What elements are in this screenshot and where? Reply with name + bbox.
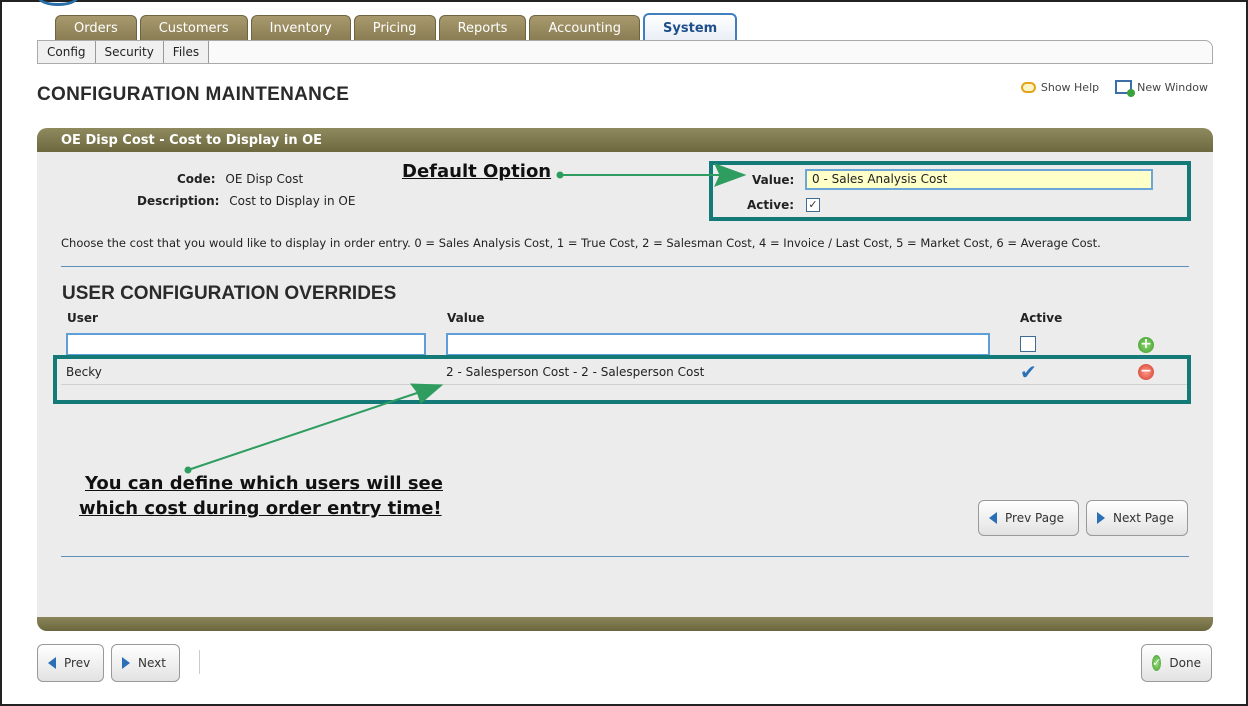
description-label: Description: <box>137 194 220 208</box>
new-window-icon <box>1115 80 1136 97</box>
panel-footer <box>37 617 1213 631</box>
description-value: Cost to Display in OE <box>229 194 356 208</box>
top-links: Show Help New Window <box>1020 80 1208 97</box>
done-label: Done <box>1169 656 1201 670</box>
tab-accounting[interactable]: Accounting <box>529 15 641 41</box>
next-button[interactable]: Next <box>111 644 180 682</box>
new-value-input[interactable] <box>446 333 990 355</box>
subtab-files[interactable]: Files <box>163 41 210 63</box>
next-page-label: Next Page <box>1113 511 1174 525</box>
tab-pricing[interactable]: Pricing <box>353 15 436 41</box>
users-annotation-line-2: which cost during order entry time! <box>79 498 442 519</box>
subtab-config[interactable]: Config <box>38 41 96 63</box>
prev-button[interactable]: Prev <box>37 644 104 682</box>
active-label: Active: <box>747 198 795 212</box>
show-help-label: Show Help <box>1040 80 1100 94</box>
panel-header: OE Disp Cost - Cost to Display in OE <box>37 128 1213 152</box>
done-button[interactable]: ✓ Done <box>1141 644 1212 682</box>
next-label: Next <box>138 656 166 670</box>
users-annotation: You can define which users will see whic… <box>79 471 443 521</box>
subtab-security[interactable]: Security <box>95 41 164 63</box>
description-row: Description: Cost to Display in OE <box>137 194 355 208</box>
tab-inventory[interactable]: Inventory <box>250 15 351 41</box>
add-override-button[interactable]: + <box>1138 337 1154 353</box>
new-window-label: New Window <box>1137 80 1208 94</box>
tab-orders[interactable]: Orders <box>55 15 137 41</box>
code-row: Code: OE Disp Cost <box>177 172 303 186</box>
next-page-button[interactable]: Next Page <box>1086 500 1188 536</box>
left-arrow-icon <box>989 512 997 524</box>
help-text: Choose the cost that you would like to d… <box>61 236 1101 250</box>
value-label: Value: <box>752 173 795 187</box>
help-bubble-icon <box>1020 81 1036 93</box>
separator <box>199 650 200 674</box>
new-active-checkbox[interactable] <box>1020 336 1036 352</box>
divider <box>61 556 1189 557</box>
prev-page-label: Prev Page <box>1005 511 1065 525</box>
column-value: Value <box>447 311 485 325</box>
prev-label: Prev <box>64 656 91 670</box>
users-annotation-line-1: You can define which users will see <box>85 473 443 494</box>
right-arrow-icon <box>122 657 130 669</box>
tab-customers[interactable]: Customers <box>139 15 248 41</box>
override-row-highlight <box>53 355 1191 404</box>
config-panel: OE Disp Cost - Cost to Display in OE Cod… <box>37 128 1213 631</box>
new-user-input[interactable] <box>66 333 426 355</box>
default-option-annotation: Default Option <box>402 161 552 182</box>
new-window-link[interactable]: New Window <box>1115 80 1208 97</box>
done-check-icon: ✓ <box>1152 655 1162 671</box>
right-arrow-icon <box>1097 512 1105 524</box>
code-value: OE Disp Cost <box>225 172 304 186</box>
left-arrow-icon <box>48 657 56 669</box>
column-user: User <box>67 311 98 325</box>
tab-system[interactable]: System <box>643 13 738 41</box>
value-input[interactable]: 0 - Sales Analysis Cost <box>805 169 1153 190</box>
divider <box>61 266 1189 267</box>
page-title: CONFIGURATION MAINTENANCE <box>37 84 350 105</box>
show-help-link[interactable]: Show Help <box>1020 80 1100 94</box>
overrides-title: USER CONFIGURATION OVERRIDES <box>62 283 397 304</box>
tab-reports[interactable]: Reports <box>438 15 527 41</box>
sub-tabs: Config Security Files <box>37 40 1213 64</box>
active-checkbox[interactable]: ✓ <box>806 198 820 212</box>
main-tabs: Orders Customers Inventory Pricing Repor… <box>55 13 738 41</box>
prev-page-button[interactable]: Prev Page <box>978 500 1079 536</box>
code-label: Code: <box>177 172 216 186</box>
column-active: Active <box>1020 311 1063 325</box>
